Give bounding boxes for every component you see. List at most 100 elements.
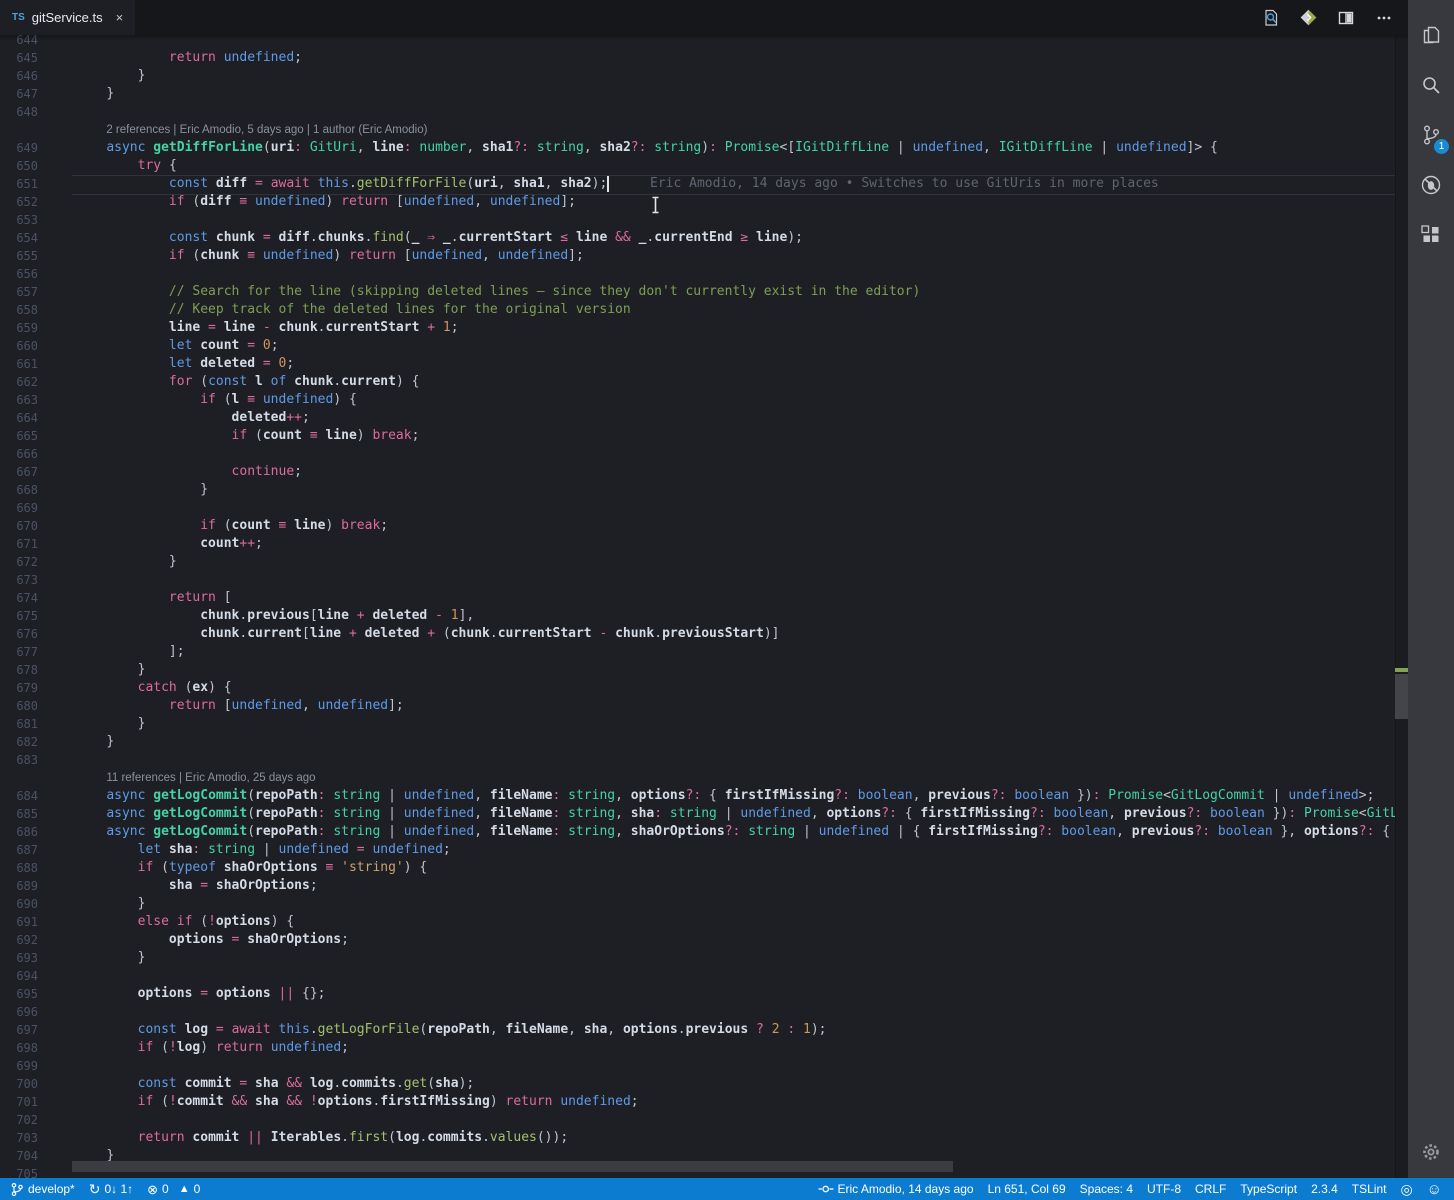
line-number[interactable]: 705 (0, 1165, 38, 1178)
line-number[interactable]: 676 (0, 625, 38, 643)
code-line[interactable]: 656 (0, 265, 1408, 283)
code-line[interactable]: 676 chunk.current[line + deleted + (chun… (0, 625, 1408, 643)
line-number[interactable]: 672 (0, 553, 38, 571)
line-number[interactable]: 666 (0, 445, 38, 463)
code-line[interactable]: 649 async getDiffForLine(uri: GitUri, li… (0, 139, 1408, 157)
code-line[interactable]: 673 (0, 571, 1408, 589)
codelens-link[interactable]: 11 references | Eric Amodio, 25 days ago (106, 770, 315, 787)
line-number[interactable]: 662 (0, 373, 38, 391)
debug-icon[interactable] (1409, 160, 1453, 210)
line-number[interactable]: 678 (0, 661, 38, 679)
target-item[interactable]: ◎ (1400, 1182, 1412, 1196)
line-number[interactable]: 674 (0, 589, 38, 607)
sync-item[interactable]: ↻ 0↓ 1↑ (89, 1182, 133, 1196)
ts-version-item[interactable]: 2.3.4 (1311, 1182, 1338, 1196)
line-number[interactable]: 685 (0, 805, 38, 823)
source-control-icon[interactable]: 1 (1409, 110, 1453, 160)
git-branch-item[interactable]: develop* (10, 1182, 75, 1197)
line-number[interactable]: 682 (0, 733, 38, 751)
line-number[interactable]: 668 (0, 481, 38, 499)
code-line[interactable]: 661 let deleted = 0; (0, 355, 1408, 373)
line-number[interactable]: 675 (0, 607, 38, 625)
code-line[interactable]: 653 (0, 211, 1408, 229)
code-line[interactable]: 669 (0, 499, 1408, 517)
codelens-row[interactable]: 11 references | Eric Amodio, 25 days ago (0, 769, 1408, 787)
code-line[interactable]: 667 continue; (0, 463, 1408, 481)
code-line[interactable]: 665 if (count ≡ line) break; (0, 427, 1408, 445)
code-line[interactable]: 700 const commit = sha && log.commits.ge… (0, 1075, 1408, 1093)
code-line[interactable]: 694 (0, 967, 1408, 985)
line-number[interactable]: 686 (0, 823, 38, 841)
codelens-row[interactable]: 2 references | Eric Amodio, 5 days ago |… (0, 121, 1408, 139)
line-number[interactable]: 652 (0, 193, 38, 211)
code-line[interactable]: 647 } (0, 85, 1408, 103)
code-line[interactable]: 659 line = line - chunk.currentStart + 1… (0, 319, 1408, 337)
tab-gitservice-ts[interactable]: TS gitService.ts × (0, 0, 136, 35)
line-number[interactable]: 670 (0, 517, 38, 535)
gitlens-icon[interactable] (1298, 8, 1318, 28)
line-number[interactable]: 692 (0, 931, 38, 949)
settings-gear-icon[interactable] (1408, 1132, 1454, 1172)
line-number[interactable]: 649 (0, 139, 38, 157)
line-number[interactable]: 690 (0, 895, 38, 913)
code-line[interactable]: 685 async getLogCommit(repoPath: string … (0, 805, 1408, 823)
line-number[interactable]: 663 (0, 391, 38, 409)
line-number[interactable]: 702 (0, 1111, 38, 1129)
line-number[interactable]: 661 (0, 355, 38, 373)
vertical-scrollbar-thumb[interactable] (1395, 674, 1408, 719)
code-line[interactable]: 697 const log = await this.getLogForFile… (0, 1021, 1408, 1039)
vertical-scrollbar-track[interactable] (1395, 35, 1408, 1178)
code-line[interactable]: 696 (0, 1003, 1408, 1021)
code-line[interactable]: 652 if (diff ≡ undefined) return [undefi… (0, 193, 1408, 211)
code-line[interactable]: 646 } (0, 67, 1408, 85)
split-editor-icon[interactable] (1336, 8, 1356, 28)
cursor-position-item[interactable]: Ln 651, Col 69 (988, 1182, 1066, 1196)
line-number[interactable]: 683 (0, 751, 38, 769)
line-number[interactable]: 645 (0, 49, 38, 67)
line-number[interactable]: 654 (0, 229, 38, 247)
codelens-link[interactable]: 2 references | Eric Amodio, 5 days ago |… (106, 122, 427, 139)
code-line[interactable]: 664 deleted++; (0, 409, 1408, 427)
code-line[interactable]: 648 (0, 103, 1408, 121)
line-number[interactable]: 704 (0, 1147, 38, 1165)
code-line[interactable]: 651 const diff = await this.getDiffForFi… (0, 175, 1408, 195)
feedback-smiley-item[interactable]: ☺ (1427, 1182, 1442, 1197)
code-line[interactable]: 688 if (typeof shaOrOptions ≡ 'string') … (0, 859, 1408, 877)
indentation-item[interactable]: Spaces: 4 (1080, 1182, 1133, 1196)
horizontal-scrollbar-thumb[interactable] (72, 1161, 953, 1172)
code-line[interactable]: 660 let count = 0; (0, 337, 1408, 355)
code-line[interactable]: 670 if (count ≡ line) break; (0, 517, 1408, 535)
code-line[interactable]: 680 return [undefined, undefined]; (0, 697, 1408, 715)
code-line[interactable]: 650 try { (0, 157, 1408, 175)
line-number[interactable]: 671 (0, 535, 38, 553)
code-line[interactable]: 683 (0, 751, 1408, 769)
linter-item[interactable]: TSLint (1352, 1182, 1387, 1196)
blame-status-item[interactable]: Eric Amodio, 14 days ago (818, 1182, 974, 1196)
code-line[interactable]: 698 if (!log) return undefined; (0, 1039, 1408, 1057)
more-actions-icon[interactable] (1374, 8, 1394, 28)
line-number[interactable]: 669 (0, 499, 38, 517)
encoding-item[interactable]: UTF-8 (1147, 1182, 1181, 1196)
code-line[interactable]: 654 const chunk = diff.chunks.find(_ ⇒ _… (0, 229, 1408, 247)
line-number[interactable]: 703 (0, 1129, 38, 1147)
code-line[interactable]: 702 (0, 1111, 1408, 1129)
language-mode-item[interactable]: TypeScript (1240, 1182, 1297, 1196)
code-line[interactable]: 684 async getLogCommit(repoPath: string … (0, 787, 1408, 805)
code-line[interactable]: 671 count++; (0, 535, 1408, 553)
line-number[interactable]: 660 (0, 337, 38, 355)
code-line[interactable]: 663 if (l ≡ undefined) { (0, 391, 1408, 409)
line-number[interactable]: 647 (0, 85, 38, 103)
problems-item[interactable]: ⊗ 0 ▲ 0 (147, 1182, 200, 1196)
line-number[interactable]: 699 (0, 1057, 38, 1075)
line-number[interactable]: 658 (0, 301, 38, 319)
line-number[interactable]: 673 (0, 571, 38, 589)
code-line[interactable]: 693 } (0, 949, 1408, 967)
line-number[interactable]: 681 (0, 715, 38, 733)
code-line[interactable]: 675 chunk.previous[line + deleted - 1], (0, 607, 1408, 625)
line-number[interactable]: 657 (0, 283, 38, 301)
line-number[interactable]: 644 (0, 35, 38, 49)
code-line[interactable]: 678 } (0, 661, 1408, 679)
search-icon[interactable] (1409, 60, 1453, 110)
line-number[interactable]: 689 (0, 877, 38, 895)
open-file-search-icon[interactable] (1260, 8, 1280, 28)
